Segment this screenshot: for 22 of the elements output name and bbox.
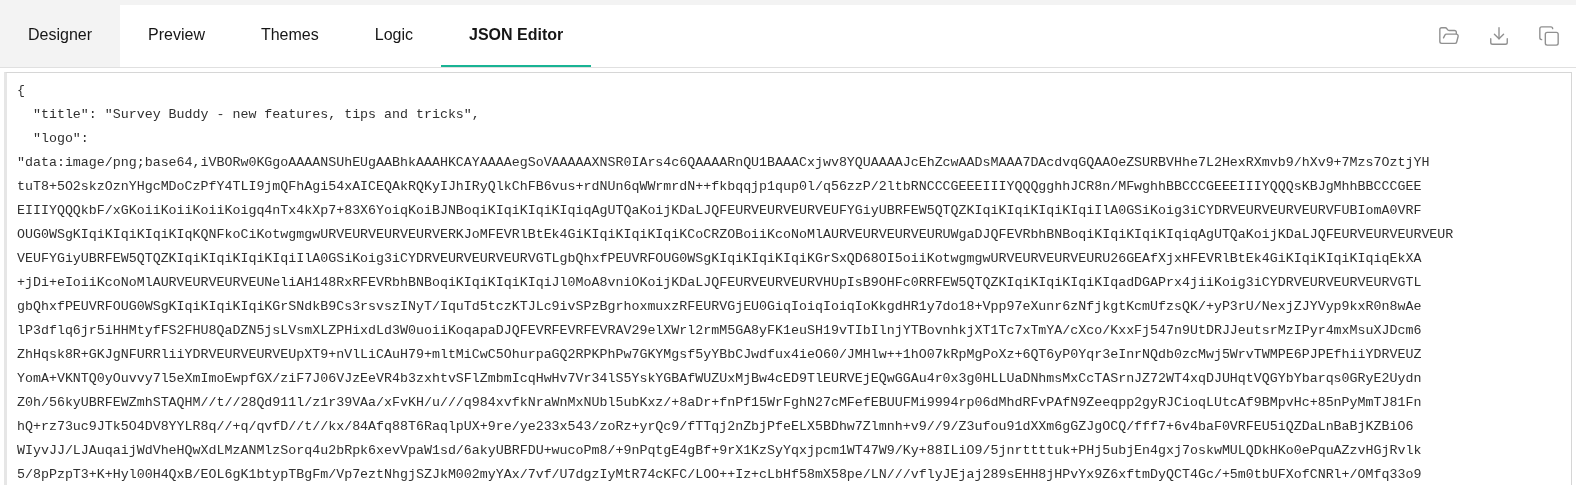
code-line: ZhHqsk8R+GKJgNFURRliiYDRVEURVEURVEUpXT9+nVlLiCAuH79+mltMiCwC5OhurpaGQ2RPKPhPw7GKYMgsf5yYBbCJwdfux4ieO60/JMHlw++1hO07kRpMgPoXz+6QT6yP0Yqr3eInrNQdb0zcMwj5WrvTWMPE6PJPEfhiiYDRVEUZ — [17, 346, 1422, 364]
code-line: gbQhxfPEUVRFOUG0WSgKIqiKIqiKIqiKGrSNdkB9Cs3rsvszINyT/IquTd5tczKTJLc9ivSPzBgrhoxmuxzRFEURVGjEU0GiqIoiqIoiqIoKkgdHR1y7do18+Vpp97eXunr6zNfjkgtKcmUfzsQK/+yP3rU/NexjZJYVyp9kxR0n8wAe — [17, 298, 1422, 316]
code-line: lP3dflq6jr5iHHMtyfFS2FHU8QaDZN5jsLVsmXLZPHixdLd3W0uoiiKoqapaDJQFEVRFEVRFEVRAV29elXWrl2rmM5GA8yFK1euSH19vTIbIlnjYTBovnhkjXT1Tc7xTmYA/cXco/KxxFj547n9UtDRJJeutsrMzIPyr4mxMsuXJDcm6 — [17, 322, 1422, 340]
code-line: tuT8+5O2skzOznYHgcMDoCzPfY4TLI9jmQFhAgi54xAICEQAkRQKyIJhIRyQlkChFB6vus+rdNUn6qWWrmrdN++fkbqqjp1qup0l/q56zzP/2ltbRNCCCGEEEIIIYQQQgghhJCR8n/MFwghhBBCCCGEEEIIIYQQQsKBJgMhhBBCCCGEE — [17, 178, 1422, 196]
code-line: WIyvJJ/LJAuqaijWdVheHQwXdLMzANMlzSorq4u2bRpk6xevVpaW1sd/6akyUBRFDU+wucoPm8/+9nPqtgE4gBf+9rX1KzSyYqxjpcm1WT47W9/Ky+88ILiO9/5jnrttttuk+PHj5ubjEn4gxj7oskwMULQDkHKo0ePquAZzvHGjRvlk — [17, 442, 1422, 460]
code-line: "data:image/png;base64,iVBORw0KGgoAAAANSUhEUgAABhkAAAHKCAYAAAAegSoVAAAAAXNSR0IArs4c6QAAAARnQU1BAAACxjwv8YQUAAAAJcEhZcwAADsMAAA7DAcdvqGQAAOeZSURBVHhe7L2HexRXmvb9/hXv9+7Mzs7OztjYH — [17, 154, 1430, 172]
code-line: hQ+rz73uc9JTk5O4DV8YYLR8q//+q/qvfD//t//kx/84Afq88T6RaqlpUX+9re/ye233x543/zoRz+yrQc9/fTTqj2nZbjPfeELX5BDhw7Zlmnh+v9//9/Z3ufou91dXXm6gGZJgOCQ/fff7+6v4baF0VRFEU5iQZDaLnBaBjKZBiO6 — [17, 418, 1414, 436]
code-line: { — [17, 82, 25, 100]
copy-icon — [1538, 25, 1560, 47]
code-line: EIIIYQQQkbF/xGKoiiKoiiKoiiKoigq4nTx4kXp7+83X6YoiqKoiBJNBoqiKIqiKIqiKIqiqAgUTQaKoijKDaLJQFEURVEURVEURVEUFYGiyUBRFEW5QTQZKIqiKIqiKIqiKIqiIlA0GSiKoig3iCYDRVEURVEURVEURVFUBIomA0VRF — [17, 202, 1422, 220]
json-editor[interactable] — [4, 72, 1572, 485]
code-line: "logo": — [31, 130, 89, 148]
code-line: 5/8pPzpT3+K+Hyl00H4QxB/EOL6gK1btypTBgFm/Vp7eztNhgjSZJkM002myYAx/7vf/U7dgzIyMtR74cKFC/LOO++Iz+cLbHf58mX58pe/LN///vflyJEjaj289sEHH8jHPvYx9Z6xftmDyQCT4Gc/+5m0tbUFXofCNRl+/OMfq33o9 — [17, 466, 1422, 484]
code-line: VEUFYGiyUBRFEW5QTQZKIqiKIqiKIqiKIqiIlA0GSiKoig3iCYDRVEURVEURVEURVGTLgbQhxfPEUVRFOUG0WSgKIqiKIqiKIqiKGrSxQD68OI5oiiKotwgmgwURVEURVEURVEURU26GEAfXjxHFEVRlBtEk4GiKIqiKIqiKIqiqEkXA — [17, 250, 1422, 268]
code-line: YomA+VKNTQ0yOuvvy7l5eXmImoEwpfGX/ziF7J06VJzEeVR4b3zxhtvSFlZmbmIcqHwHv7Vr34lS5YskYGBAfWUZUxMjBw4cED9TlEURVEjEQwGGAu4r0x3g0HLLUaDNhmsMxCcTASrnJZ72WT4xqDJUHqtVQGYbYbarqs0GRyE2Uydn — [17, 370, 1422, 388]
tab[interactable]: Designer — [0, 5, 121, 67]
code-line: Z0h/56kyUBRFEWZmhSTAQHM//t//28Qd911l/z1r39VAa/xFvKH/u///q984xvfkNraWnMxNUbl5ubKxz/+8aDr+fnPf15WrFghN27cMFefEBUUFMi9994rp06dMhdRFvPAfN9Zeeqpp2gyRJCioqLUtcAf9BMpvHc+85nPyMmTJ81Fn — [17, 394, 1422, 412]
code-line: +jDi+eIoiiKcoNoMlAURVEURVEURVEUNeliAH148RxRFEVRbhBNBoqiKIqiKIqiKIqiJl0MoA8vniOKoijKDaLJQFEURVEURVEURVHUpIsB9OHFc0RRFEW5QTQZKIqiKIqiKIqiKIqadDGAPrx4jiiKoig3iCYDRVEURVEURVEURVGTL — [17, 274, 1422, 292]
folder-open-icon — [1438, 25, 1460, 47]
code-line: OUG0WSgKIqiKIqiKIqiKIqKQNFkoCiKotwgmgwURVEURVEURVEURVERKJoMFEVRlBtEk4GiKIqiKIqiKIqiKCoCRZOBoiiKcoNoMlAURVEURVEURVEURUWgaDJQFEVRbhBNBoqiKIqiKIqiKIqiqAgUTQaKoijKDaLJQFEURVEURVEURVEUR — [17, 226, 1454, 244]
download-icon — [1488, 25, 1510, 47]
code-line: "title": "Survey Buddy - new features, tips and tricks", — [31, 106, 480, 124]
